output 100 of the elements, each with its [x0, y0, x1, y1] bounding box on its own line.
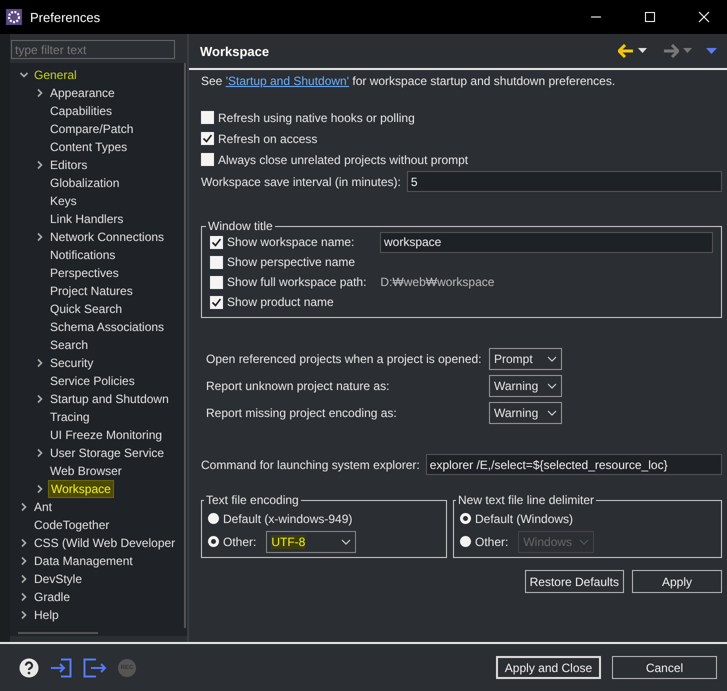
tree-item[interactable]: Keys [48, 193, 79, 209]
tree-item[interactable]: Workspace [48, 480, 114, 498]
dropdown[interactable]: Warning [489, 375, 562, 397]
caret-icon [547, 356, 557, 362]
checkbox[interactable] [210, 296, 223, 308]
radio-button[interactable] [208, 536, 219, 547]
group-title: Window title [207, 219, 274, 233]
workspace-path: D:₩web₩workspace [380, 275, 494, 289]
tree-item[interactable]: Security [48, 355, 96, 371]
tree-item[interactable]: Network Connections [48, 229, 166, 245]
window-title: Preferences [30, 10, 100, 24]
tree-item[interactable]: DevStyle [32, 571, 84, 587]
tree-item[interactable]: UI Freeze Monitoring [48, 427, 164, 443]
tree-item[interactable]: Compare/Patch [48, 121, 136, 137]
checkbox-label: Show workspace name: [227, 235, 356, 249]
chevron-icon[interactable] [35, 160, 45, 170]
tree-item[interactable]: Editors [48, 157, 90, 173]
group-title: New text file line delimiter [457, 493, 596, 507]
chevron-icon[interactable] [19, 502, 29, 512]
dropdown[interactable]: Warning [489, 402, 562, 424]
checkbox[interactable] [210, 256, 223, 268]
radio-label: Other: [475, 534, 508, 548]
tree-item[interactable]: Web Browser [48, 463, 124, 479]
explorer-command-field[interactable]: explorer /E,/select=${selected_resource_loc} [426, 454, 722, 475]
gear-icon [6, 9, 22, 25]
chevron-icon[interactable] [35, 394, 45, 404]
tree-item[interactable]: Perspectives [48, 265, 121, 281]
tree-item[interactable]: Tracing [48, 409, 92, 425]
apply-button[interactable]: Apply [632, 570, 722, 593]
workspace-name-field[interactable]: workspace [380, 232, 713, 252]
apply-and-close-button[interactable]: Apply and Close [496, 656, 601, 679]
tree-item[interactable]: Notifications [48, 247, 118, 263]
tree-item[interactable]: Quick Search [48, 301, 124, 317]
tree-item[interactable]: Schema Associations [48, 319, 166, 335]
tree-item[interactable]: Ant [32, 499, 54, 515]
radio-label: Default (Windows) [475, 512, 574, 526]
caret-icon [579, 538, 590, 544]
chevron-icon[interactable] [35, 448, 45, 458]
option-label: Report unknown project nature as: [206, 379, 390, 393]
dropdown[interactable]: Prompt [489, 348, 562, 370]
tree-item[interactable]: Content Types [48, 139, 130, 155]
tree-item[interactable]: Help [32, 607, 61, 623]
radio-button[interactable] [460, 513, 471, 524]
cancel-button[interactable]: Cancel [612, 656, 717, 679]
chevron-icon[interactable] [19, 574, 29, 584]
menu-icon[interactable] [706, 48, 717, 54]
back-arrow-icon[interactable] [618, 44, 634, 58]
chevron-icon[interactable] [35, 232, 45, 242]
checkbox[interactable] [201, 132, 214, 145]
caret-icon [547, 383, 557, 389]
explorer-label: Command for launching system explorer: [201, 458, 420, 472]
radio-button[interactable] [208, 513, 219, 524]
tree-item[interactable]: Link Handlers [48, 211, 126, 227]
checkbox-label: Show perspective name [227, 255, 356, 269]
chevron-icon[interactable] [19, 592, 29, 602]
tree-item[interactable]: CodeTogether [32, 517, 112, 533]
tree-item[interactable]: General [32, 67, 79, 83]
option-label: Open referenced projects when a project is opened: [206, 352, 483, 366]
startup-link[interactable]: 'Startup and Shutdown' [226, 74, 350, 88]
chevron-icon[interactable] [35, 88, 45, 98]
tree-item[interactable]: Data Management [32, 553, 135, 569]
caret-icon[interactable] [638, 48, 647, 54]
checkbox-label: Refresh on access [218, 132, 318, 146]
tree-item[interactable]: CSS (Wild Web Developer [32, 535, 178, 551]
export-icon[interactable] [83, 658, 107, 678]
close-icon[interactable] [698, 11, 710, 23]
page-title: Workspace [200, 44, 270, 58]
tree-item[interactable]: Capabilities [48, 103, 114, 119]
checkbox[interactable] [210, 236, 223, 248]
tree-item[interactable]: Search [48, 337, 90, 353]
tree-item[interactable]: Startup and Shutdown [48, 391, 171, 407]
checkbox[interactable] [201, 111, 214, 124]
filter-field[interactable]: type filter text [11, 40, 175, 59]
radio-label: Other: [223, 534, 256, 548]
tree-item[interactable]: Service Policies [48, 373, 137, 389]
checkbox-label: Show full workspace path: [227, 275, 366, 289]
checkbox-label: Refresh using native hooks or polling [218, 110, 415, 124]
checkbox[interactable] [210, 276, 223, 288]
chevron-icon[interactable] [19, 538, 29, 548]
tree-item[interactable]: Project Natures [48, 283, 135, 299]
restore-defaults-button[interactable]: Restore Defaults [524, 570, 624, 593]
caret-icon [341, 538, 352, 544]
chevron-icon[interactable] [35, 358, 45, 368]
tree-item[interactable]: Appearance [48, 85, 117, 101]
tree-item[interactable]: Gradle [32, 589, 72, 605]
tree-item[interactable]: User Storage Service [48, 445, 166, 461]
import-icon[interactable] [50, 658, 72, 678]
interval-field[interactable]: 5 [406, 171, 722, 192]
help-icon[interactable] [19, 658, 39, 678]
chevron-icon[interactable] [35, 484, 45, 494]
forward-arrow-icon[interactable] [663, 44, 679, 58]
chevron-icon[interactable] [19, 610, 29, 620]
dropdown[interactable]: UTF-8 [266, 530, 356, 552]
checkbox[interactable] [201, 153, 214, 166]
checkbox-label: Show product name [227, 295, 334, 309]
chevron-icon[interactable] [19, 70, 29, 80]
radio-label: Default (x-windows-949) [223, 512, 352, 526]
chevron-icon[interactable] [19, 556, 29, 566]
maximize-icon[interactable] [644, 11, 656, 23]
tree-item[interactable]: Globalization [48, 175, 122, 191]
